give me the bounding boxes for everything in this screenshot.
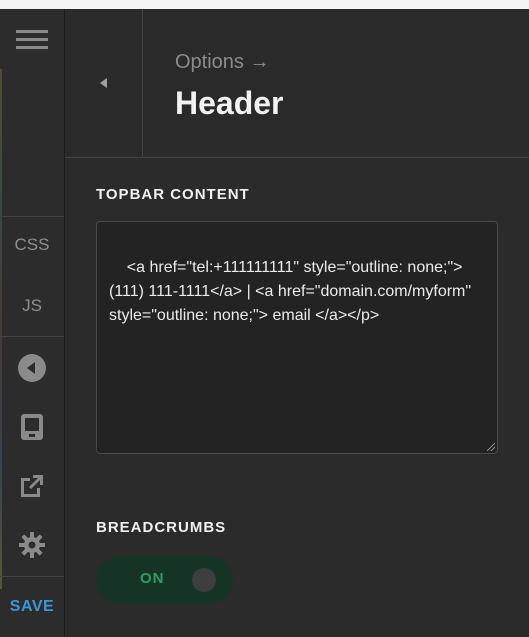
breadcrumb[interactable]: Options → [175, 51, 269, 74]
rail-divider [0, 336, 64, 337]
resize-grip-icon[interactable] [487, 443, 495, 451]
rail-divider [0, 576, 64, 577]
menu-icon[interactable] [0, 23, 64, 57]
back-circle-icon[interactable] [0, 351, 64, 385]
save-button[interactable]: SAVE [0, 589, 64, 625]
options-content: TOPBAR CONTENT <a href="tel:+111111111" … [65, 158, 529, 637]
page-title: Header [175, 85, 284, 121]
rail-divider [0, 216, 64, 217]
panel-back-button[interactable] [65, 9, 143, 158]
sidebar-rail: CSS JS SAVE [0, 9, 65, 637]
caret-left-icon [100, 78, 107, 88]
save-label: SAVE [9, 598, 55, 615]
device-icon[interactable] [0, 411, 64, 445]
js-button[interactable]: JS [0, 288, 64, 324]
topbar-content-value: <a href="tel:+111111111" style="outline:… [109, 259, 476, 324]
window-top-strip [0, 0, 529, 9]
external-link-icon[interactable] [0, 469, 64, 503]
breadcrumbs-label: BREADCRUMBS [96, 519, 227, 536]
gear-icon[interactable] [0, 528, 64, 562]
css-button[interactable]: CSS [0, 227, 64, 263]
topbar-content-textarea[interactable]: <a href="tel:+111111111" style="outline:… [96, 221, 498, 454]
panel-header: Options → Header [143, 9, 529, 158]
js-label: JS [22, 296, 42, 315]
toggle-knob [192, 568, 216, 592]
toggle-state-label: ON [140, 570, 165, 587]
css-label: CSS [14, 235, 50, 254]
background-edge [0, 69, 2, 589]
topbar-content-label: TOPBAR CONTENT [96, 186, 250, 203]
breadcrumbs-toggle[interactable]: ON [96, 556, 233, 604]
